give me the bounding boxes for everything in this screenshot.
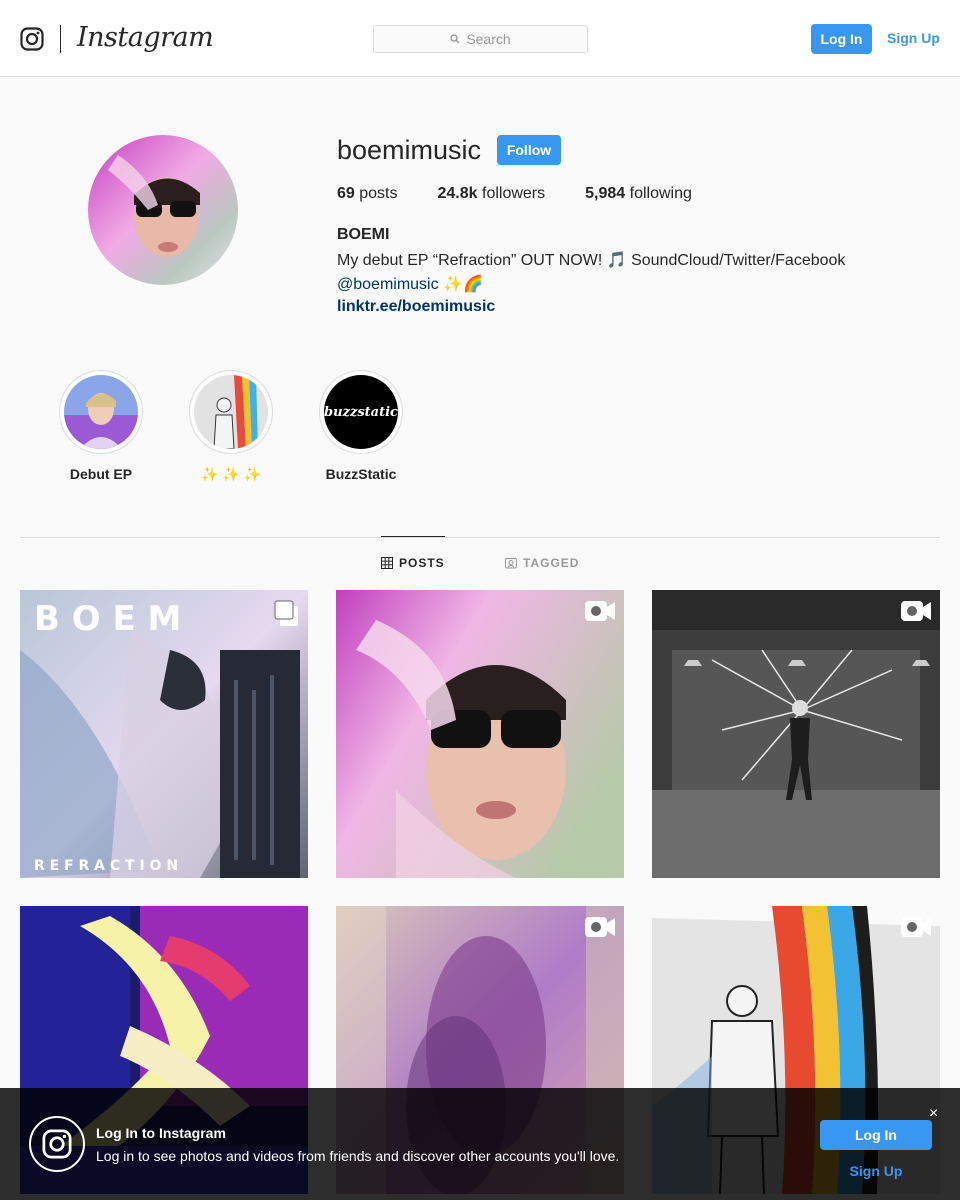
profile-stats: 69 posts 24.8k followers 5,984 following (337, 185, 732, 203)
highlight-label: Debut EP (69, 466, 133, 482)
banner-title: Log In to Instagram (96, 1125, 226, 1141)
post-tile[interactable] (652, 590, 940, 878)
brand-divider (60, 25, 61, 53)
highlight-cover (194, 375, 268, 449)
search-input[interactable]: Search (373, 25, 588, 53)
tab-tagged-label: TAGGED (523, 556, 580, 570)
following-count: 5,984 (585, 185, 626, 202)
grid-icon (381, 557, 393, 569)
highlight-sparkles[interactable]: ✨ ✨ ✨ (176, 370, 286, 483)
instagram-banner-icon (29, 1116, 85, 1172)
search-icon (450, 34, 460, 44)
video-icon (585, 917, 615, 937)
highlight-buzzstatic[interactable]: buzzstatic BuzzStatic (306, 370, 416, 482)
following-label: following (629, 185, 692, 202)
followers-label: followers (482, 185, 546, 202)
search-placeholder: Search (466, 31, 511, 47)
banner-login-button[interactable]: Log In (820, 1120, 932, 1150)
bio-emoji: ✨🌈 (443, 276, 483, 293)
video-icon (585, 601, 615, 621)
post-overlay-title: B O E M (34, 599, 181, 639)
login-button[interactable]: Log In (811, 24, 872, 54)
post-thumbnail (652, 590, 940, 878)
banner-description: Log in to see photos and videos from fri… (96, 1148, 620, 1164)
profile-avatar (88, 135, 238, 285)
top-nav-bar: Instagram Search Log In Sign Up (0, 0, 960, 77)
login-prompt-banner: Log In to Instagram Log in to see photos… (0, 1088, 960, 1200)
banner-signup-link[interactable]: Sign Up (820, 1163, 932, 1179)
posts-stat: 69 posts (337, 185, 398, 203)
tab-posts-label: POSTS (399, 556, 445, 570)
active-tab-indicator (381, 536, 445, 537)
highlight-label: BuzzStatic (325, 466, 397, 482)
signup-link[interactable]: Sign Up (887, 30, 940, 46)
post-thumbnail: B O E M R E F R A C T I O N (20, 590, 308, 878)
followers-count: 24.8k (437, 185, 478, 202)
highlight-debut-ep[interactable]: Debut EP (46, 370, 156, 482)
tabs-divider (20, 537, 940, 538)
highlight-cover (64, 375, 138, 449)
tab-tagged[interactable]: TAGGED (505, 556, 579, 570)
multiple-photos-icon (274, 600, 298, 626)
highlight-ring (59, 370, 143, 454)
profile-bio-line-2: @boemimusic ✨🌈 (337, 274, 483, 294)
instagram-wordmark-logo[interactable]: Instagram (77, 22, 214, 53)
tag-icon (505, 558, 517, 569)
posts-count: 69 (337, 185, 355, 202)
buzzstatic-logo-text: buzzstatic (324, 404, 398, 420)
instagram-glyph-icon[interactable] (20, 27, 44, 51)
highlight-ring: buzzstatic (319, 370, 403, 454)
post-thumbnail (336, 590, 624, 878)
highlight-ring (189, 370, 273, 454)
follow-button[interactable]: Follow (497, 135, 561, 165)
video-icon (901, 601, 931, 621)
profile-website-link[interactable]: linktr.ee/boemimusic (337, 298, 495, 316)
profile-bio-line: My debut EP “Refraction” OUT NOW! 🎵 Soun… (337, 252, 846, 269)
posts-label: posts (359, 185, 398, 202)
following-stat[interactable]: 5,984 following (585, 185, 692, 203)
video-icon (901, 917, 931, 937)
profile-username: boemimusic (337, 135, 482, 165)
profile-full-name: BOEMI (337, 226, 390, 243)
highlight-cover: buzzstatic (324, 375, 398, 449)
post-overlay-subtitle: R E F R A C T I O N (34, 858, 178, 874)
bio-mention-link[interactable]: @boemimusic (337, 276, 439, 293)
tab-posts[interactable]: POSTS (381, 556, 445, 570)
followers-stat[interactable]: 24.8k followers (438, 185, 546, 203)
highlight-label: ✨ ✨ ✨ (200, 466, 262, 482)
post-tile[interactable] (336, 590, 624, 878)
post-tile[interactable]: B O E M R E F R A C T I O N (20, 590, 308, 878)
